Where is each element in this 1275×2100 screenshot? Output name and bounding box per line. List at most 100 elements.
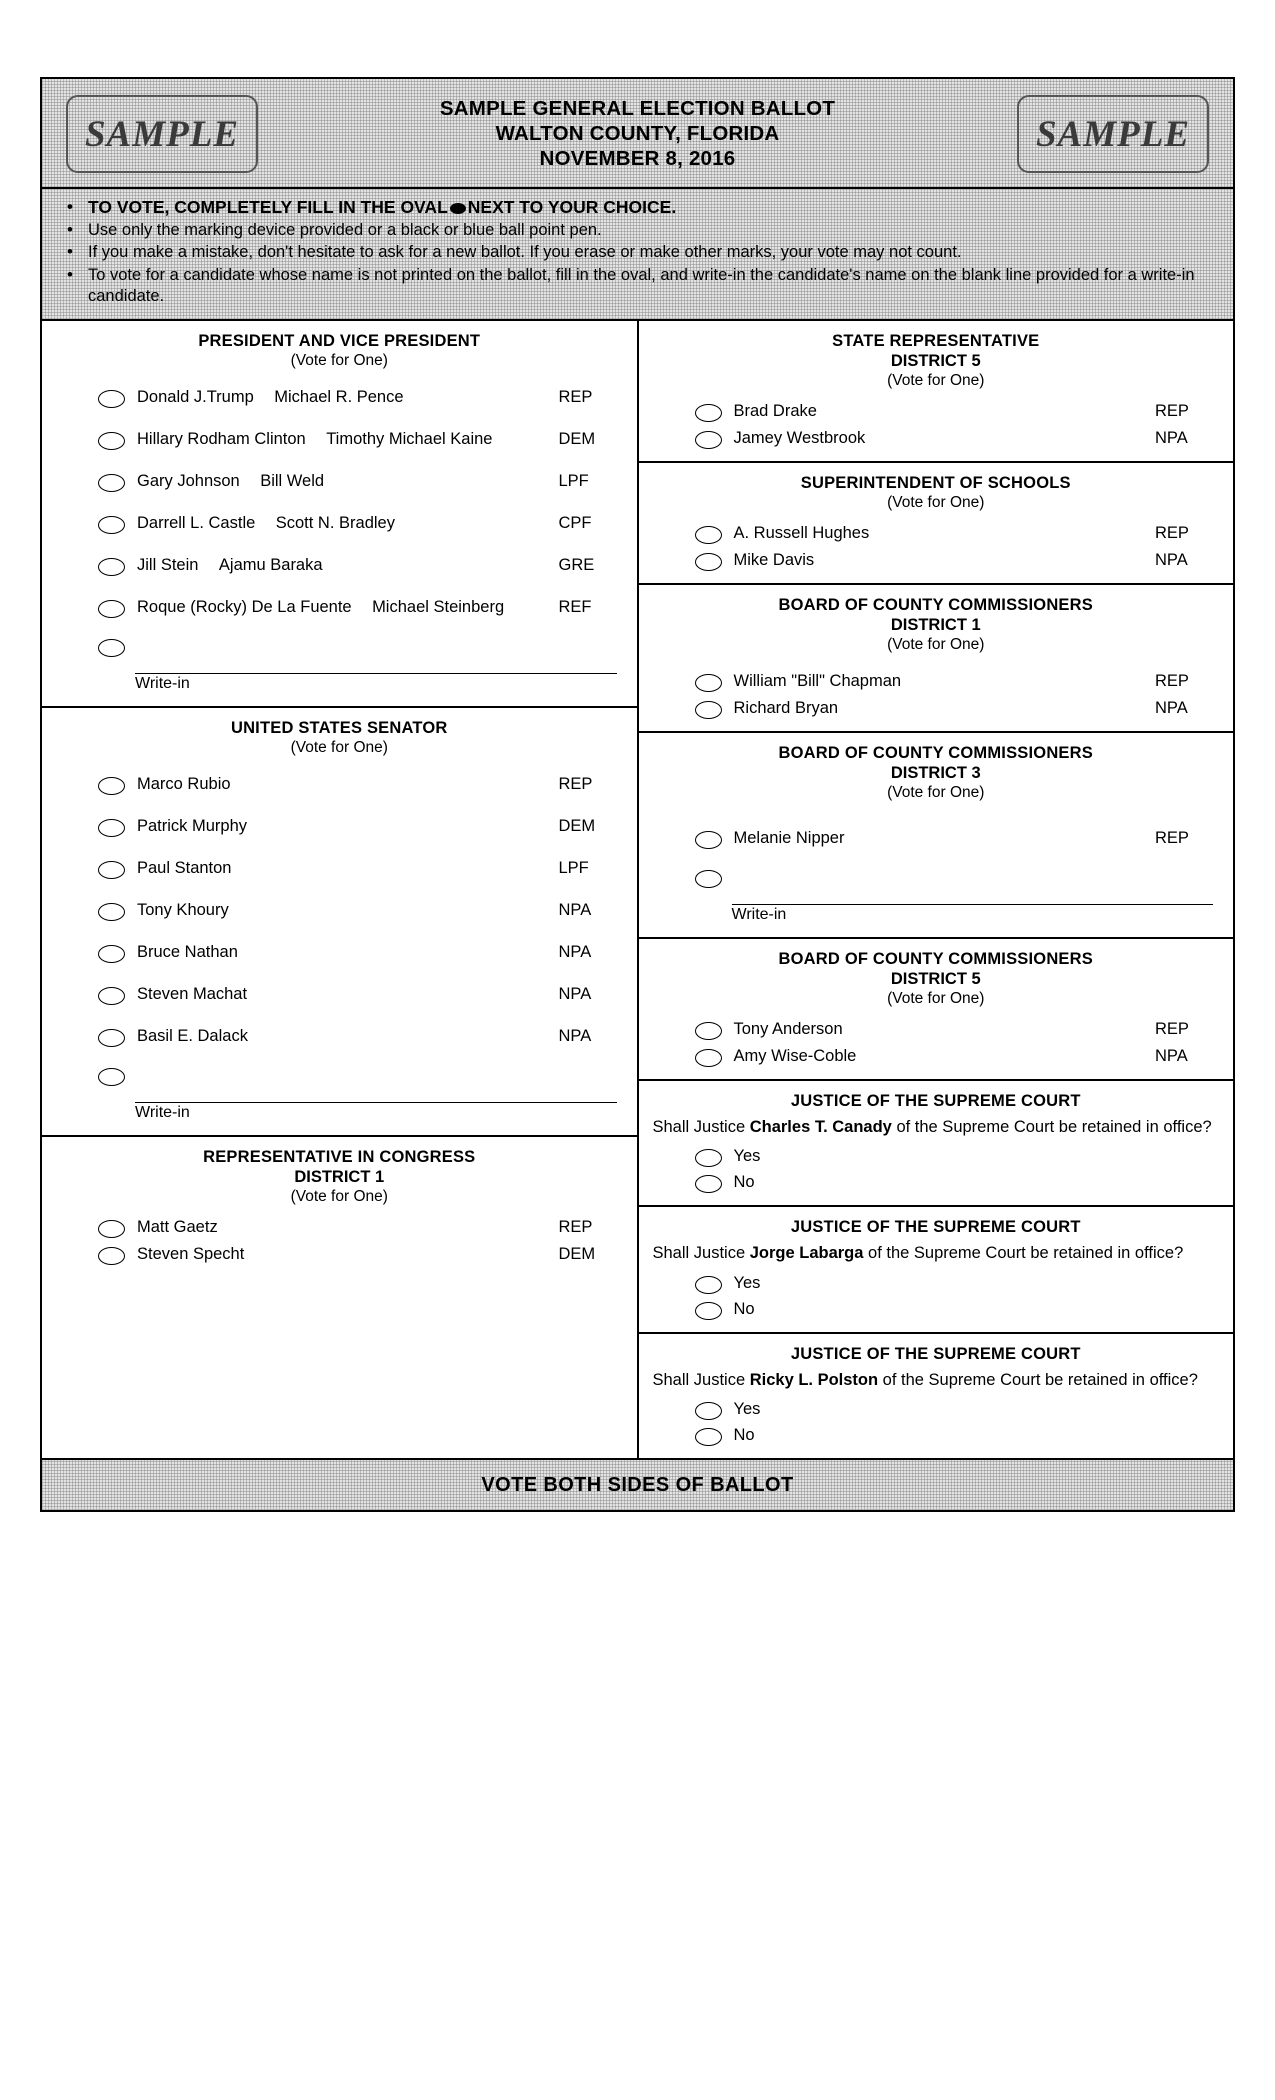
writein-block[interactable]: Write-in — [56, 638, 623, 694]
writein-oval[interactable] — [694, 869, 722, 888]
candidate-name: Donald J.Trump — [137, 387, 254, 406]
vote-oval[interactable] — [694, 1402, 722, 1420]
vote-oval[interactable] — [98, 860, 125, 879]
candidate-row[interactable]: Tony Anderson REP — [653, 1019, 1220, 1040]
vote-oval[interactable] — [694, 1275, 722, 1294]
retention-no-row[interactable]: No — [653, 1425, 1220, 1446]
vote-oval[interactable] — [98, 389, 125, 408]
candidate-name: Tony Anderson — [733, 1019, 843, 1038]
candidate-row[interactable]: Mike Davis NPA — [653, 550, 1220, 571]
candidate-row[interactable]: Steven Specht DEM — [56, 1244, 623, 1265]
candidate-row[interactable]: Patrick Murphy DEM — [56, 816, 623, 837]
retention-no-label: No — [733, 1426, 755, 1444]
instruction-item-2: Use only the marking device provided or … — [67, 219, 1219, 242]
writein-oval[interactable] — [98, 638, 125, 657]
vote-oval[interactable] — [694, 1428, 722, 1446]
candidate-row[interactable]: Tony Khoury NPA — [56, 900, 623, 921]
vote-for-note: (Vote for One) — [887, 493, 985, 511]
candidate-row[interactable]: Hillary Rodham Clinton Timothy Michael K… — [56, 429, 623, 450]
ballot-columns: PRESIDENT AND VICE PRESIDENT (Vote for O… — [40, 320, 1235, 1460]
candidate-row[interactable]: Steven Machat NPA — [56, 984, 623, 1005]
retention-yes-label: Yes — [733, 1273, 761, 1292]
writein-block[interactable]: Write-in — [653, 869, 1220, 925]
vote-oval[interactable] — [694, 1301, 722, 1320]
candidate-row[interactable]: Brad Drake REP — [653, 401, 1220, 422]
vote-oval[interactable] — [98, 776, 125, 795]
retention-yes-row[interactable]: Yes — [653, 1273, 1220, 1294]
header-line-1: SAMPLE GENERAL ELECTION BALLOT — [439, 96, 836, 120]
vote-oval[interactable] — [98, 599, 125, 618]
candidate-row[interactable]: Paul Stanton LPF — [56, 858, 623, 879]
retention-yes-label: Yes — [733, 1147, 761, 1165]
candidate-row[interactable]: Basil E. Dalack NPA — [56, 1026, 623, 1047]
retention-yes-row[interactable]: Yes — [653, 1399, 1220, 1420]
writein-oval[interactable] — [98, 1067, 125, 1086]
candidate-row[interactable]: Jamey Westbrook NPA — [653, 428, 1220, 449]
contest-president: PRESIDENT AND VICE PRESIDENT (Vote for O… — [42, 321, 637, 708]
vote-oval[interactable] — [694, 830, 722, 849]
vote-oval[interactable] — [98, 557, 125, 576]
vote-oval[interactable] — [98, 1028, 125, 1047]
candidate-row[interactable]: A. Russell Hughes REP — [653, 523, 1220, 544]
writein-block[interactable]: Write-in — [56, 1067, 623, 1123]
candidate-row[interactable]: Donald J.Trump Michael R. Pence REP — [56, 387, 623, 408]
retention-suffix: of the Supreme Court be retained in offi… — [878, 1370, 1198, 1389]
candidate-row[interactable]: Gary Johnson Bill Weld LPF — [56, 471, 623, 492]
candidate-row[interactable]: Roque (Rocky) De La Fuente Michael Stein… — [56, 597, 623, 618]
vote-oval[interactable] — [694, 403, 722, 422]
party-label: GRE — [558, 555, 595, 574]
vote-oval[interactable] — [98, 1246, 125, 1265]
candidate-name: Jill Stein — [137, 555, 199, 574]
vote-for-note: (Vote for One) — [290, 351, 388, 369]
candidate-row[interactable]: Marco Rubio REP — [56, 774, 623, 795]
candidate-name: Darrell L. Castle — [137, 513, 256, 532]
vote-oval[interactable] — [98, 902, 125, 921]
instruction-1-after: NEXT TO YOUR CHOICE. — [467, 197, 677, 217]
vote-oval[interactable] — [694, 1021, 722, 1040]
vote-oval[interactable] — [98, 515, 125, 534]
contest-superintendent-of-schools: SUPERINTENDENT OF SCHOOLS (Vote for One)… — [638, 463, 1233, 585]
vote-oval[interactable] — [98, 944, 125, 963]
candidate-row[interactable]: William "Bill" Chapman REP — [653, 671, 1220, 692]
candidate-row[interactable]: Richard Bryan NPA — [653, 698, 1220, 719]
candidate-name: A. Russell Hughes — [733, 523, 870, 542]
party-label: REP — [1155, 828, 1189, 847]
vote-oval[interactable] — [98, 818, 125, 837]
contest-title: UNITED STATES SENATOR — [230, 718, 448, 737]
vote-oval[interactable] — [694, 552, 722, 571]
justice-name: Charles T. Canady — [749, 1117, 892, 1136]
party-label: REP — [1155, 401, 1189, 420]
candidate-row[interactable]: Matt Gaetz REP — [56, 1217, 623, 1238]
ballot-footer: VOTE BOTH SIDES OF BALLOT — [40, 1460, 1235, 1512]
vote-oval[interactable] — [694, 1048, 722, 1067]
contest-title: PRESIDENT AND VICE PRESIDENT — [198, 331, 481, 350]
vote-oval[interactable] — [694, 1149, 722, 1167]
retention-yes-row[interactable]: Yes — [653, 1146, 1220, 1167]
retention-no-row[interactable]: No — [653, 1299, 1220, 1320]
contest-justice-retention-2: JUSTICE OF THE SUPREME COURT Shall Justi… — [638, 1207, 1233, 1334]
candidate-row[interactable]: Melanie Nipper REP — [653, 828, 1220, 849]
vote-oval[interactable] — [694, 430, 722, 449]
vote-oval[interactable] — [694, 673, 722, 692]
footer-text: VOTE BOTH SIDES OF BALLOT — [481, 1473, 794, 1496]
running-mate-name: Michael Steinberg — [372, 597, 505, 616]
contest-us-senator: UNITED STATES SENATOR (Vote for One) Mar… — [42, 708, 637, 1137]
retention-no-row[interactable]: No — [653, 1172, 1220, 1193]
candidate-row[interactable]: Bruce Nathan NPA — [56, 942, 623, 963]
contest-state-representative: STATE REPRESENTATIVE DISTRICT 5 (Vote fo… — [638, 321, 1233, 463]
vote-oval[interactable] — [694, 700, 722, 719]
vote-oval[interactable] — [98, 431, 125, 450]
party-label: REP — [1155, 523, 1189, 542]
candidate-row[interactable]: Jill Stein Ajamu Baraka GRE — [56, 555, 623, 576]
vote-oval[interactable] — [98, 473, 125, 492]
candidate-row[interactable]: Darrell L. Castle Scott N. Bradley CPF — [56, 513, 623, 534]
party-label: LPF — [558, 858, 589, 877]
party-label: NPA — [558, 900, 592, 919]
candidate-row[interactable]: Amy Wise-Coble NPA — [653, 1046, 1220, 1067]
vote-oval[interactable] — [98, 1219, 125, 1238]
vote-oval[interactable] — [98, 986, 125, 1005]
candidate-name: Gary Johnson — [137, 471, 240, 490]
party-label: DEM — [558, 816, 596, 835]
vote-oval[interactable] — [694, 1175, 722, 1193]
vote-oval[interactable] — [694, 525, 722, 544]
